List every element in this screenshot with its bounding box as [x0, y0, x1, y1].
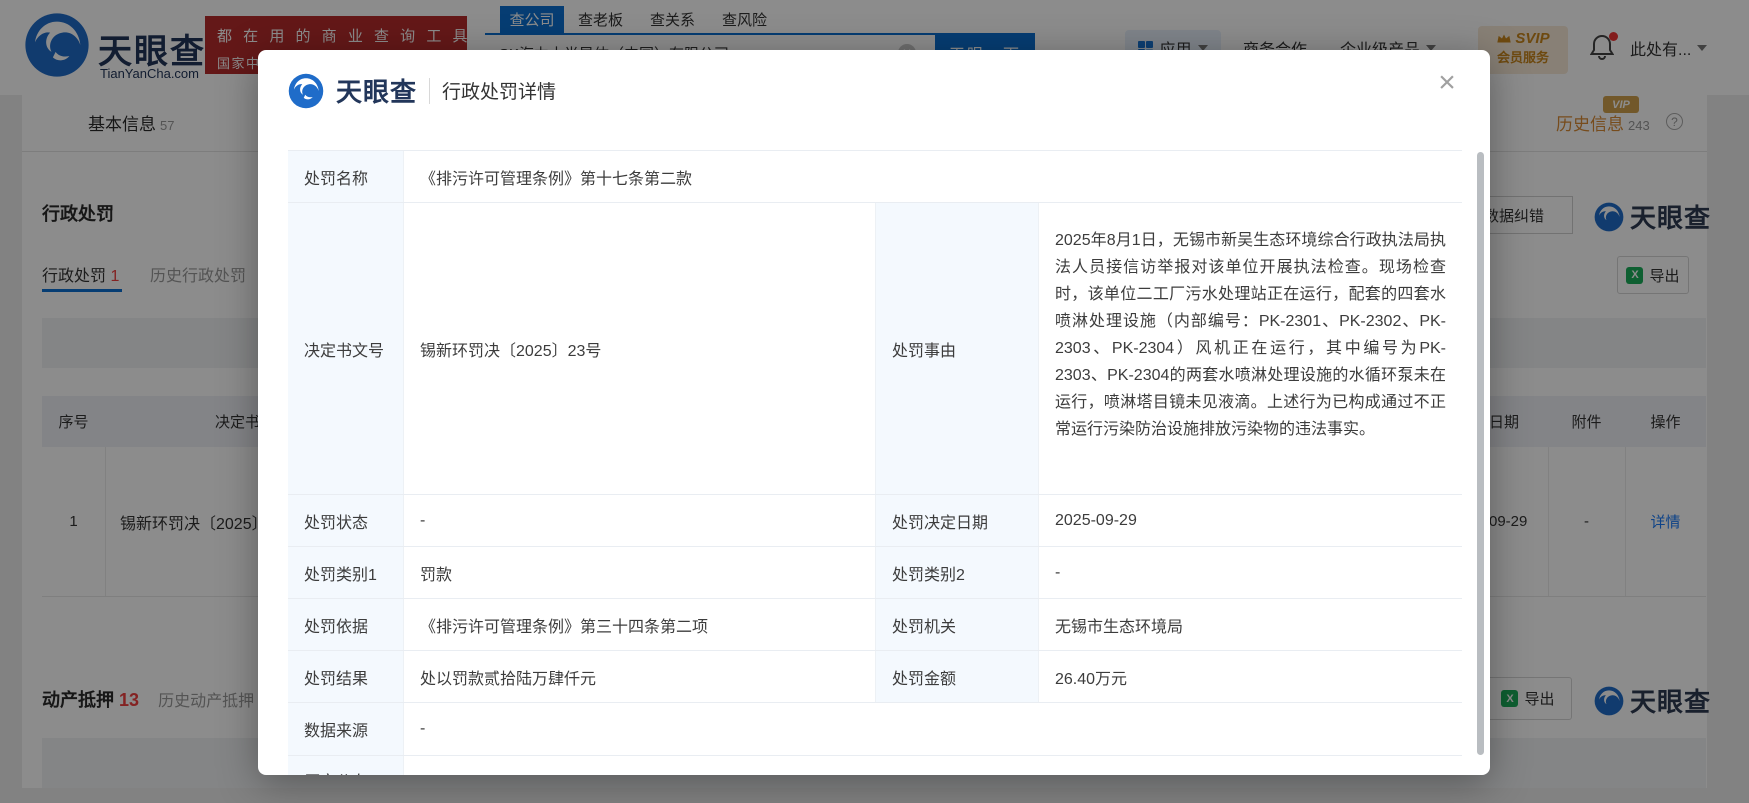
field-label: 决定书文号: [288, 203, 403, 494]
field-label: 处罚机关: [875, 599, 1038, 650]
modal-brand: 天眼查: [336, 77, 418, 107]
field-value: 《排污许可管理条例》第十七条第二款: [403, 151, 1462, 202]
field-value: 《排污许可管理条例》第三十四条第二项: [403, 599, 875, 650]
table-row: 数据来源 -: [288, 702, 1462, 755]
field-value: [403, 756, 1462, 775]
field-label: 处罚类别2: [875, 547, 1038, 598]
field-label: 处罚事由: [875, 203, 1038, 494]
field-value: 处以罚款贰拾陆万肆仟元: [403, 651, 875, 702]
field-value: 罚款: [403, 547, 875, 598]
penalty-detail-modal: 天眼查 行政处罚详情 × 处罚名称 《排污许可管理条例》第十七条第二款 决定书文…: [258, 50, 1490, 775]
modal-title: 行政处罚详情: [442, 82, 557, 103]
close-icon[interactable]: ×: [1430, 66, 1464, 100]
field-label: 处罚结果: [288, 651, 403, 702]
app-canvas: 天眼查 TianYanCha.com 都 在 用 的 商 业 查 询 工 具 国…: [0, 0, 1749, 803]
field-value: 2025-09-29: [1038, 495, 1462, 546]
field-label: 处罚类别1: [288, 547, 403, 598]
field-value: -: [403, 495, 875, 546]
field-label: 处罚金额: [875, 651, 1038, 702]
field-label: 处罚名称: [288, 151, 403, 202]
table-row: 原文公布: [288, 755, 1462, 775]
field-value: 锡新环罚决〔2025〕23号: [403, 203, 875, 494]
table-row: 处罚状态 - 处罚决定日期 2025-09-29: [288, 494, 1462, 546]
field-label: 处罚依据: [288, 599, 403, 650]
field-label: 处罚状态: [288, 495, 403, 546]
field-value: -: [403, 703, 1462, 755]
modal-scrollbar[interactable]: [1477, 152, 1484, 755]
divider: [429, 77, 431, 104]
field-value: 26.40万元: [1038, 651, 1462, 702]
field-label: 处罚决定日期: [875, 495, 1038, 546]
table-row: 处罚依据 《排污许可管理条例》第三十四条第二项 处罚机关 无锡市生态环境局: [288, 598, 1462, 650]
field-value: -: [1038, 547, 1462, 598]
field-value: 2025年8月1日，无锡市新吴生态环境综合行政执法局执法人员接信访举报对该单位开…: [1038, 203, 1462, 494]
penalty-detail-table: 处罚名称 《排污许可管理条例》第十七条第二款 决定书文号 锡新环罚决〔2025〕…: [288, 150, 1462, 775]
tianyancha-logo-icon: [288, 73, 324, 108]
field-label: 数据来源: [288, 703, 403, 755]
modal-header: 天眼查 行政处罚详情: [288, 72, 556, 109]
field-value: 无锡市生态环境局: [1038, 599, 1462, 650]
table-row: 决定书文号 锡新环罚决〔2025〕23号 处罚事由 2025年8月1日，无锡市新…: [288, 202, 1462, 494]
table-row: 处罚结果 处以罚款贰拾陆万肆仟元 处罚金额 26.40万元: [288, 650, 1462, 702]
table-row: 处罚名称 《排污许可管理条例》第十七条第二款: [288, 150, 1462, 202]
field-label: 原文公布: [288, 756, 403, 775]
table-row: 处罚类别1 罚款 处罚类别2 -: [288, 546, 1462, 598]
